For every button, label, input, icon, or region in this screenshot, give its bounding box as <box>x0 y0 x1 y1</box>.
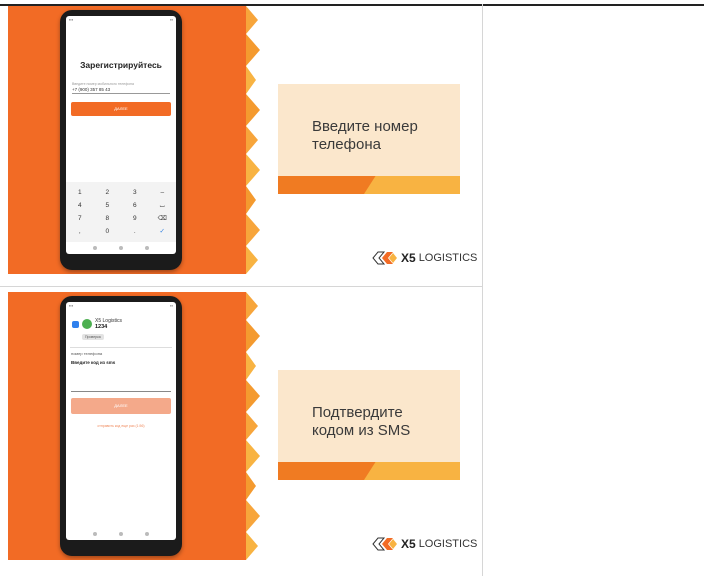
keypad-row: 7 8 9 ⌫ <box>66 212 176 225</box>
android-nav-bar <box>66 246 176 250</box>
keypad-row: 4 5 6 ⌴ <box>66 199 176 212</box>
key[interactable]: 4 <box>70 199 90 212</box>
slide-confirm-sms: ▪▪▪ ▪▪ X5 Logistics 1234 Проверка номер т… <box>8 292 482 560</box>
key[interactable]: 3 <box>125 186 145 199</box>
phone-mockup: ▪▪▪ ▪▪ X5 Logistics 1234 Проверка номер т… <box>60 296 182 556</box>
key[interactable]: 0 <box>97 225 117 238</box>
caption-text: Подтвердите кодом из SMS <box>312 404 460 440</box>
x5-logistics-logo: X5 LOGISTICS <box>372 250 477 266</box>
screen-title: Зарегистрируйтесь <box>80 60 162 70</box>
key[interactable]: 7 <box>70 212 90 225</box>
status-bar: ▪▪▪ ▪▪ <box>69 303 173 308</box>
key[interactable]: 6 <box>125 199 145 212</box>
phone-input[interactable]: +7 (900) 357 85 43 <box>72 87 170 94</box>
caption-box: Подтвердите кодом из SMS <box>278 370 460 480</box>
phone-hint: Введите номер мобильного телефона <box>72 82 134 86</box>
key[interactable]: 9 <box>125 212 145 225</box>
numeric-keypad: 1 2 3 – 4 5 6 ⌴ 7 8 9 ⌫ , 0 . ✓ <box>66 182 176 242</box>
keypad-row: , 0 . ✓ <box>66 225 176 238</box>
stripe-light <box>364 462 460 480</box>
x5-logistics-logo: X5 LOGISTICS <box>372 536 477 552</box>
nav-back-icon[interactable] <box>93 532 97 536</box>
key[interactable]: 2 <box>97 186 117 199</box>
status-chip: Проверка <box>82 334 104 340</box>
phone-screen: ▪▪▪ ▪▪ Зарегистрируйтесь Введите номер мо… <box>66 16 176 254</box>
caption-line: Подтвердите <box>312 404 403 421</box>
nav-recent-icon[interactable] <box>145 246 149 250</box>
key[interactable]: 5 <box>97 199 117 212</box>
logo-word-text: LOGISTICS <box>418 538 478 550</box>
key[interactable]: ⌫ <box>152 212 172 225</box>
key[interactable]: , <box>70 225 90 238</box>
slide-enter-phone: ▪▪▪ ▪▪ Зарегистрируйтесь Введите номер мо… <box>8 6 482 274</box>
code-prompt: Введите код из sms <box>71 360 116 365</box>
messenger-icon <box>72 321 79 328</box>
code-input[interactable] <box>71 387 171 392</box>
caption-line: Введите номер <box>312 118 418 135</box>
key[interactable]: ✓ <box>152 225 172 238</box>
triangle-pattern <box>234 292 260 560</box>
android-nav-bar <box>66 532 176 536</box>
caption-line: телефона <box>312 136 381 153</box>
phone-mockup: ▪▪▪ ▪▪ Зарегистрируйтесь Введите номер мо… <box>60 10 182 270</box>
logo-x5-text: X5 <box>401 251 416 265</box>
status-bar: ▪▪▪ ▪▪ <box>69 17 173 22</box>
x5-logo-icon <box>372 251 397 265</box>
avatar <box>82 319 92 329</box>
x5-logo-icon <box>372 537 397 551</box>
row-divider <box>0 286 482 287</box>
nav-back-icon[interactable] <box>93 246 97 250</box>
keypad-row: 1 2 3 – <box>66 186 176 199</box>
logo-word-text: LOGISTICS <box>418 252 478 264</box>
column-divider <box>482 4 483 576</box>
next-button[interactable]: ДАЛЕЕ <box>71 102 171 116</box>
logo-x5-text: X5 <box>401 537 416 551</box>
key[interactable]: . <box>125 225 145 238</box>
key[interactable]: ⌴ <box>152 199 172 212</box>
nav-home-icon[interactable] <box>119 532 123 536</box>
phone-screen: ▪▪▪ ▪▪ X5 Logistics 1234 Проверка номер т… <box>66 302 176 540</box>
caption-line: кодом из SMS <box>312 422 411 439</box>
caption-box: Введите номер телефона <box>278 84 460 194</box>
next-button[interactable]: ДАЛЕЕ <box>71 398 171 414</box>
field-label: номер телефона <box>71 351 103 356</box>
sms-notification: X5 Logistics 1234 Проверка <box>70 315 172 348</box>
nav-recent-icon[interactable] <box>145 532 149 536</box>
triangle-pattern <box>234 6 260 274</box>
stripe-light <box>364 176 460 194</box>
key[interactable]: – <box>152 186 172 199</box>
sms-code: 1234 <box>95 324 108 330</box>
caption-text: Введите номер телефона <box>312 118 460 154</box>
resend-code-link[interactable]: отправить код еще раз (1:56) <box>66 424 176 428</box>
nav-home-icon[interactable] <box>119 246 123 250</box>
key[interactable]: 8 <box>97 212 117 225</box>
key[interactable]: 1 <box>70 186 90 199</box>
